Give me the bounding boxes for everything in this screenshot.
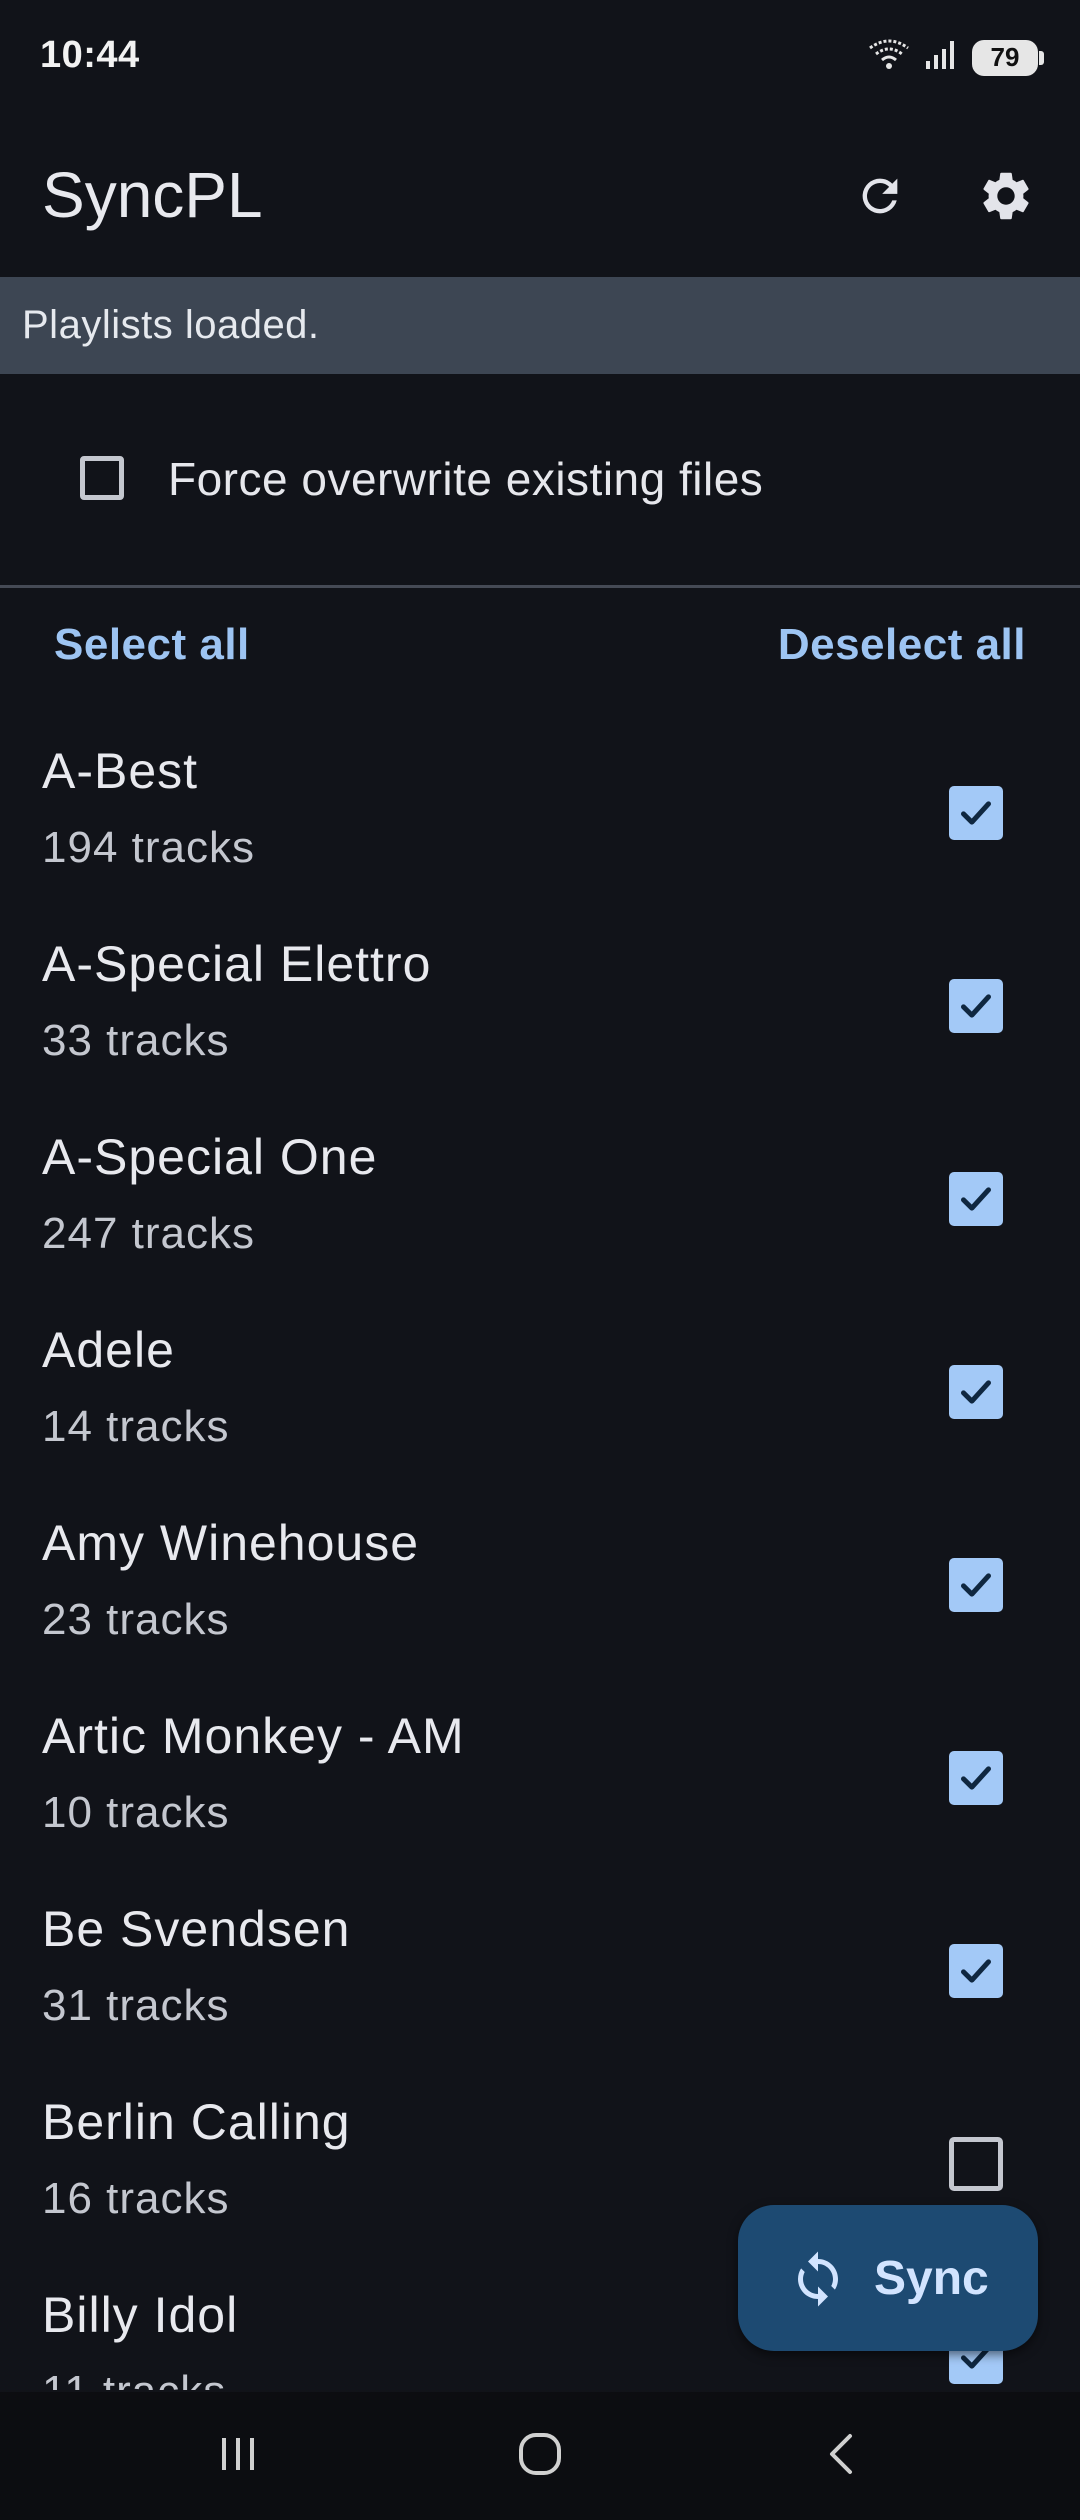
playlist-name: Be Svendsen (42, 1901, 351, 1957)
playlist-name: A-Special Elettro (42, 936, 432, 992)
playlist-track-count: 10 tracks (42, 1788, 230, 1837)
playlist-checkbox[interactable] (949, 2137, 1003, 2191)
checkmark-icon (961, 1380, 991, 1404)
settings-button[interactable] (966, 158, 1046, 238)
battery-icon: 79 (972, 39, 1044, 76)
playlist-name: A-Special One (42, 1129, 378, 1185)
divider (0, 585, 1080, 588)
deselect-all-button[interactable]: Deselect all (778, 620, 1026, 670)
sync-label: Sync (874, 2252, 989, 2305)
sync-button[interactable]: Sync (738, 2205, 1038, 2351)
force-overwrite-label: Force overwrite existing files (168, 453, 764, 505)
playlist-name: A-Best (42, 743, 199, 799)
playlist-track-count: 194 tracks (42, 823, 255, 872)
playlist-track-count: 31 tracks (42, 1981, 230, 2030)
force-overwrite-option[interactable]: Force overwrite existing files (0, 420, 1080, 540)
recent-apps-button[interactable] (188, 2416, 288, 2496)
playlist-checkbox[interactable] (949, 786, 1003, 840)
sync-icon (788, 2249, 848, 2309)
back-button[interactable] (792, 2416, 892, 2496)
playlist-track-count: 247 tracks (42, 1209, 255, 1258)
playlist-track-count: 14 tracks (42, 1402, 230, 1451)
playlist-track-count: 33 tracks (42, 1016, 230, 1065)
wifi-icon (868, 38, 910, 77)
screen: 10:44 79 SyncPL Playlists loaded. Force … (0, 0, 1080, 2520)
playlist-name: Adele (42, 1322, 175, 1378)
app-bar: SyncPL (0, 120, 1080, 276)
home-icon (516, 2430, 564, 2483)
playlist-checkbox[interactable] (949, 1751, 1003, 1805)
playlist-checkbox[interactable] (949, 979, 1003, 1033)
checkmark-icon (961, 1187, 991, 1211)
refresh-icon (854, 170, 906, 227)
playlist-checkbox[interactable] (949, 1172, 1003, 1226)
playlist-item[interactable]: A-Best 194 tracks (0, 730, 1080, 923)
status-bar: 10:44 79 (0, 0, 1080, 120)
signal-icon (924, 39, 958, 76)
app-title: SyncPL (42, 159, 263, 231)
force-overwrite-checkbox[interactable] (80, 456, 124, 500)
navigation-bar (0, 2392, 1080, 2520)
playlist-name: Amy Winehouse (42, 1515, 420, 1571)
home-button[interactable] (490, 2416, 590, 2496)
status-icons: 79 (868, 38, 1044, 77)
status-banner: Playlists loaded. (0, 277, 1080, 374)
playlist-name: Berlin Calling (42, 2094, 351, 2150)
select-all-button[interactable]: Select all (54, 620, 250, 670)
playlist-item[interactable]: Artic Monkey - AM 10 tracks (0, 1695, 1080, 1888)
playlist-item[interactable]: A-Special Elettro 33 tracks (0, 923, 1080, 1116)
checkmark-icon (961, 994, 991, 1018)
playlist-item[interactable]: Amy Winehouse 23 tracks (0, 1502, 1080, 1695)
playlist-checkbox[interactable] (949, 1365, 1003, 1419)
playlist-checkbox[interactable] (949, 1944, 1003, 1998)
playlist-name: Billy Idol (42, 2287, 239, 2343)
playlist-track-count: 16 tracks (42, 2174, 230, 2223)
checkmark-icon (961, 1766, 991, 1790)
status-message: Playlists loaded. (22, 303, 320, 347)
playlist-name: Artic Monkey - AM (42, 1708, 465, 1764)
playlist-item[interactable]: A-Special One 247 tracks (0, 1116, 1080, 1309)
checkmark-icon (961, 1573, 991, 1597)
back-icon (820, 2430, 864, 2483)
checkmark-icon (961, 801, 991, 825)
playlist-list[interactable]: A-Best 194 tracks A-Special Elettro 33 t… (0, 730, 1080, 2390)
playlist-track-count: 11 tracks (42, 2367, 226, 2390)
gear-icon (977, 167, 1035, 230)
playlist-item[interactable]: Adele 14 tracks (0, 1309, 1080, 1502)
playlist-checkbox[interactable] (949, 1558, 1003, 1612)
checkmark-icon (961, 1959, 991, 1983)
playlist-item[interactable]: Be Svendsen 31 tracks (0, 1888, 1080, 2081)
status-time: 10:44 (40, 34, 140, 76)
recent-apps-icon (216, 2432, 260, 2481)
refresh-button[interactable] (840, 158, 920, 238)
playlist-track-count: 23 tracks (42, 1595, 230, 1644)
